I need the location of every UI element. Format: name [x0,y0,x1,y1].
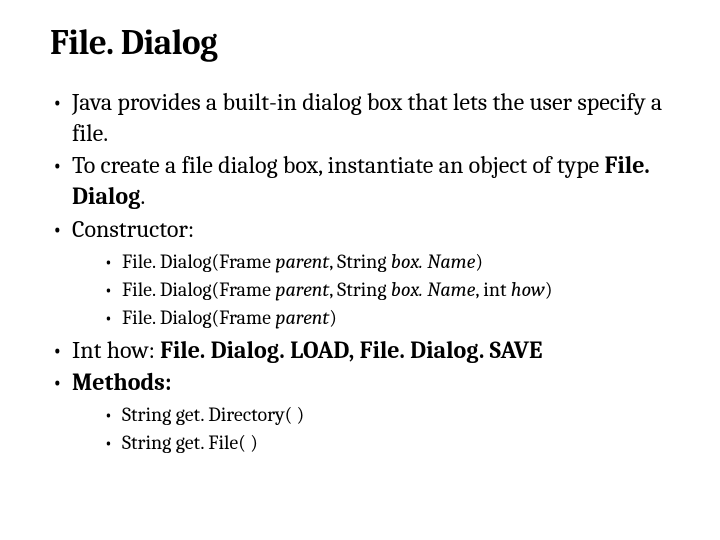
bullet-list: Java provides a built-in dialog box that… [50,87,670,456]
text-bold: Methods: [72,368,172,396]
list-item: File. Dialog(Frame parent) [102,305,670,331]
text-italic: parent [275,306,329,329]
text-bold: File. Dialog. LOAD, File. Dialog. SAVE [160,336,542,364]
list-item: Java provides a built-in dialog box that… [50,87,670,148]
list-item: Constructor: File. Dialog(Frame parent, … [50,214,670,331]
list-item: String get. Directory( ) [102,402,670,428]
text-italic: parent [275,278,329,301]
text: File. Dialog(Frame [122,278,275,301]
text: , String [329,278,391,301]
text: ) [329,306,337,329]
list-item: To create a file dialog box, instantiate… [50,150,670,211]
list-item: String get. File( ) [102,430,670,456]
list-item: File. Dialog(Frame parent, String box. N… [102,249,670,275]
text: Constructor: [72,215,194,243]
text: File. Dialog(Frame [122,250,275,273]
slide-title: File. Dialog [50,22,670,63]
sub-list: File. Dialog(Frame parent, String box. N… [102,249,670,331]
text: Int how: [72,336,160,364]
text: ) [475,250,483,273]
text-italic: box. Name [391,278,475,301]
list-item: Int how: File. Dialog. LOAD, File. Dialo… [50,335,670,366]
text: ) [545,278,553,301]
text: To create a file dialog box, instantiate… [72,151,605,179]
text: File. Dialog(Frame [122,306,275,329]
text-italic: how [511,278,545,301]
text: . [140,182,145,210]
list-item: Methods: String get. Directory( ) String… [50,367,670,456]
text: , String [329,250,391,273]
text-italic: parent [275,250,329,273]
sub-list: String get. Directory( ) String get. Fil… [102,402,670,456]
text-italic: box. Name [391,250,475,273]
list-item: File. Dialog(Frame parent, String box. N… [102,277,670,303]
text: , int [475,278,511,301]
slide: File. Dialog Java provides a built-in di… [0,0,720,540]
